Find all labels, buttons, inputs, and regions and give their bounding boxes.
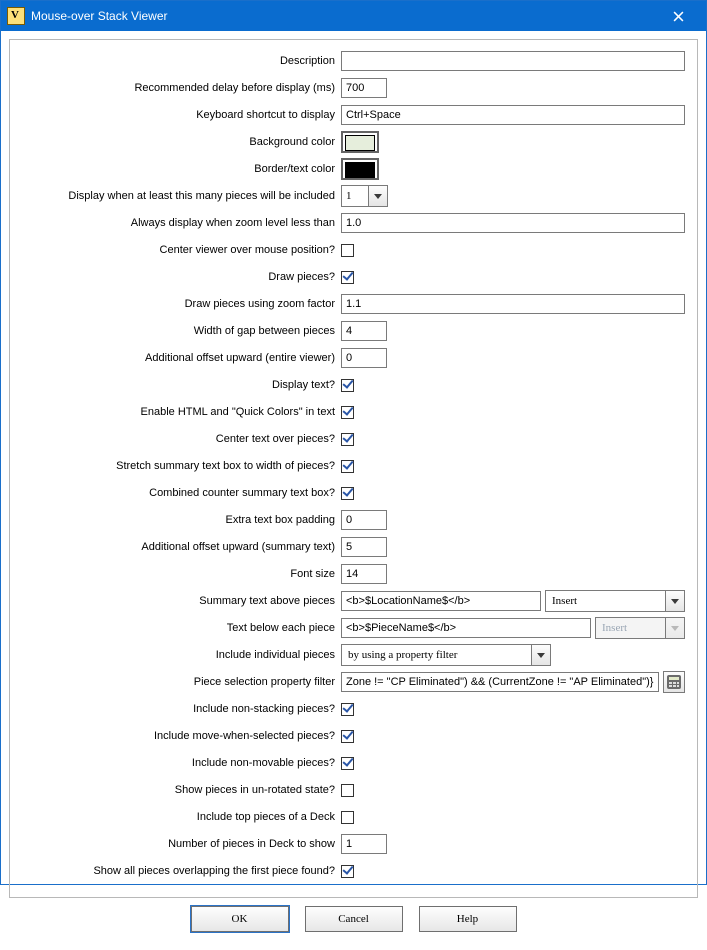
combined-counter-checkbox[interactable] [341, 487, 354, 500]
label-summary-above: Summary text above pieces [20, 595, 341, 607]
offset-upward-viewer-input[interactable] [341, 348, 387, 368]
num-deck-input[interactable] [341, 834, 387, 854]
app-icon [7, 7, 25, 25]
text-below-insert-combo: Insert [595, 617, 685, 639]
text-below-input[interactable] [341, 618, 591, 638]
offset-upward-summary-input[interactable] [341, 537, 387, 557]
label-gap-width: Width of gap between pieces [20, 325, 341, 337]
always-display-zoom-input[interactable] [341, 213, 685, 233]
label-draw-pieces: Draw pieces? [20, 271, 341, 283]
label-show-all-overlap: Show all pieces overlapping the first pi… [20, 865, 341, 877]
label-display-text: Display text? [20, 379, 341, 391]
gap-width-input[interactable] [341, 321, 387, 341]
label-rec-delay: Recommended delay before display (ms) [20, 82, 341, 94]
expression-builder-button[interactable] [663, 671, 685, 693]
label-piece-filter: Piece selection property filter [20, 676, 341, 688]
extra-padding-input[interactable] [341, 510, 387, 530]
chevron-down-icon [665, 618, 684, 638]
label-stretch-textbox: Stretch summary text box to width of pie… [20, 460, 341, 472]
chevron-down-icon[interactable] [665, 591, 684, 611]
center-text-checkbox[interactable] [341, 433, 354, 446]
client-area: Description Recommended delay before dis… [1, 31, 706, 950]
font-size-input[interactable] [341, 564, 387, 584]
chevron-down-icon[interactable] [368, 186, 387, 206]
label-text-below: Text below each piece [20, 622, 341, 634]
help-button[interactable]: Help [419, 906, 517, 932]
include-movewhen-checkbox[interactable] [341, 730, 354, 743]
center-viewer-checkbox[interactable] [341, 244, 354, 257]
label-offset-upward-viewer: Additional offset upward (entire viewer) [20, 352, 341, 364]
label-draw-zoom-factor: Draw pieces using zoom factor [20, 298, 341, 310]
display-text-checkbox[interactable] [341, 379, 354, 392]
label-border-text-color: Border/text color [20, 163, 341, 175]
stretch-textbox-checkbox[interactable] [341, 460, 354, 473]
summary-above-input[interactable] [341, 591, 541, 611]
ok-button[interactable]: OK [191, 906, 289, 932]
show-unrotated-checkbox[interactable] [341, 784, 354, 797]
show-all-overlap-checkbox[interactable] [341, 865, 354, 878]
cancel-button[interactable]: Cancel [305, 906, 403, 932]
kb-shortcut-input[interactable] [341, 105, 685, 125]
label-include-nonstacking: Include non-stacking pieces? [20, 703, 341, 715]
calculator-icon [667, 675, 681, 689]
draw-zoom-factor-input[interactable] [341, 294, 685, 314]
include-nonstacking-checkbox[interactable] [341, 703, 354, 716]
bg-color-swatch [345, 135, 375, 151]
label-num-deck: Number of pieces in Deck to show [20, 838, 341, 850]
border-text-color-picker[interactable] [341, 158, 379, 180]
label-center-text: Center text over pieces? [20, 433, 341, 445]
label-combined-counter: Combined counter summary text box? [20, 487, 341, 499]
include-individual-combo[interactable]: by using a property filter [341, 644, 551, 666]
draw-pieces-checkbox[interactable] [341, 271, 354, 284]
label-offset-upward-summary: Additional offset upward (summary text) [20, 541, 341, 553]
summary-above-insert-combo[interactable]: Insert [545, 590, 685, 612]
label-bg-color: Background color [20, 136, 341, 148]
window-title: Mouse-over Stack Viewer [31, 9, 658, 23]
label-center-viewer: Center viewer over mouse position? [20, 244, 341, 256]
description-input[interactable] [341, 51, 685, 71]
close-icon [673, 11, 684, 22]
display-when-pieces-spinner[interactable]: 1 [341, 185, 388, 207]
label-font-size: Font size [20, 568, 341, 580]
label-extra-padding: Extra text box padding [20, 514, 341, 526]
label-include-top-deck: Include top pieces of a Deck [20, 811, 341, 823]
chevron-down-icon[interactable] [531, 645, 550, 665]
label-include-movewhen: Include move-when-selected pieces? [20, 730, 341, 742]
enable-html-colors-checkbox[interactable] [341, 406, 354, 419]
label-description: Description [20, 55, 341, 67]
close-button[interactable] [658, 1, 698, 31]
label-always-display-zoom: Always display when zoom level less than [20, 217, 341, 229]
dialog-window: Mouse-over Stack Viewer Description Reco… [0, 0, 707, 885]
rec-delay-input[interactable] [341, 78, 387, 98]
piece-filter-input[interactable] [341, 672, 659, 692]
bg-color-picker[interactable] [341, 131, 379, 153]
include-nonmovable-checkbox[interactable] [341, 757, 354, 770]
label-kb-shortcut: Keyboard shortcut to display [20, 109, 341, 121]
include-top-deck-checkbox[interactable] [341, 811, 354, 824]
label-enable-html-colors: Enable HTML and "Quick Colors" in text [20, 406, 341, 418]
label-display-when-pieces: Display when at least this many pieces w… [20, 190, 341, 202]
label-include-individual: Include individual pieces [20, 649, 341, 661]
label-show-unrotated: Show pieces in un-rotated state? [20, 784, 341, 796]
title-bar: Mouse-over Stack Viewer [1, 1, 706, 31]
form-panel: Description Recommended delay before dis… [9, 39, 698, 898]
border-text-color-swatch [345, 162, 375, 178]
dialog-buttons: OK Cancel Help [9, 898, 698, 942]
label-include-nonmovable: Include non-movable pieces? [20, 757, 341, 769]
